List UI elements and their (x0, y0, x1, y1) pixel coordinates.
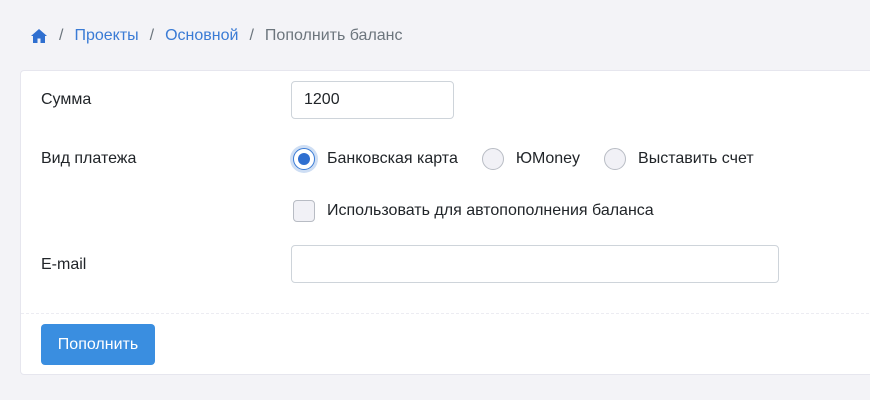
radio-invoice[interactable]: Выставить счет (604, 148, 754, 170)
breadcrumb-link-main[interactable]: Основной (165, 27, 238, 45)
breadcrumb-separator: / (59, 27, 64, 44)
radio-indicator (481, 148, 504, 170)
form-footer-divider (21, 313, 870, 314)
payment-type-group: Банковская карта ЮMoney Выставить счет (293, 147, 778, 171)
amount-label: Сумма (41, 91, 92, 108)
radio-label: Банковская карта (327, 150, 458, 167)
breadcrumb-current: Пополнить баланс (264, 27, 403, 44)
radio-indicator (293, 148, 315, 170)
radio-label: Выставить счет (638, 150, 754, 167)
submit-button[interactable]: Пополнить (41, 324, 155, 365)
breadcrumb-link-projects[interactable]: Проекты (74, 27, 138, 45)
home-icon[interactable] (30, 27, 48, 45)
radio-indicator (604, 148, 627, 170)
breadcrumb-separator: / (149, 27, 155, 44)
email-input[interactable] (291, 245, 779, 283)
autorefill-checkbox[interactable]: Использовать для автопополнения баланса (293, 199, 654, 223)
radio-label: ЮMoney (515, 150, 581, 167)
radio-yumoney[interactable]: ЮMoney (481, 148, 581, 170)
payment-type-label: Вид платежа (41, 150, 137, 167)
checkbox-indicator (293, 200, 315, 222)
radio-bank-card[interactable]: Банковская карта (293, 148, 458, 170)
payment-form-card: Сумма Вид платежа Банковская карта ЮMone… (20, 70, 870, 375)
breadcrumb-separator: / (249, 27, 254, 44)
breadcrumb: / Проекты / Основной / Пополнить баланс (30, 24, 403, 48)
autorefill-label: Использовать для автопополнения баланса (327, 202, 654, 219)
email-label: E-mail (41, 256, 87, 273)
amount-input[interactable] (291, 81, 454, 119)
